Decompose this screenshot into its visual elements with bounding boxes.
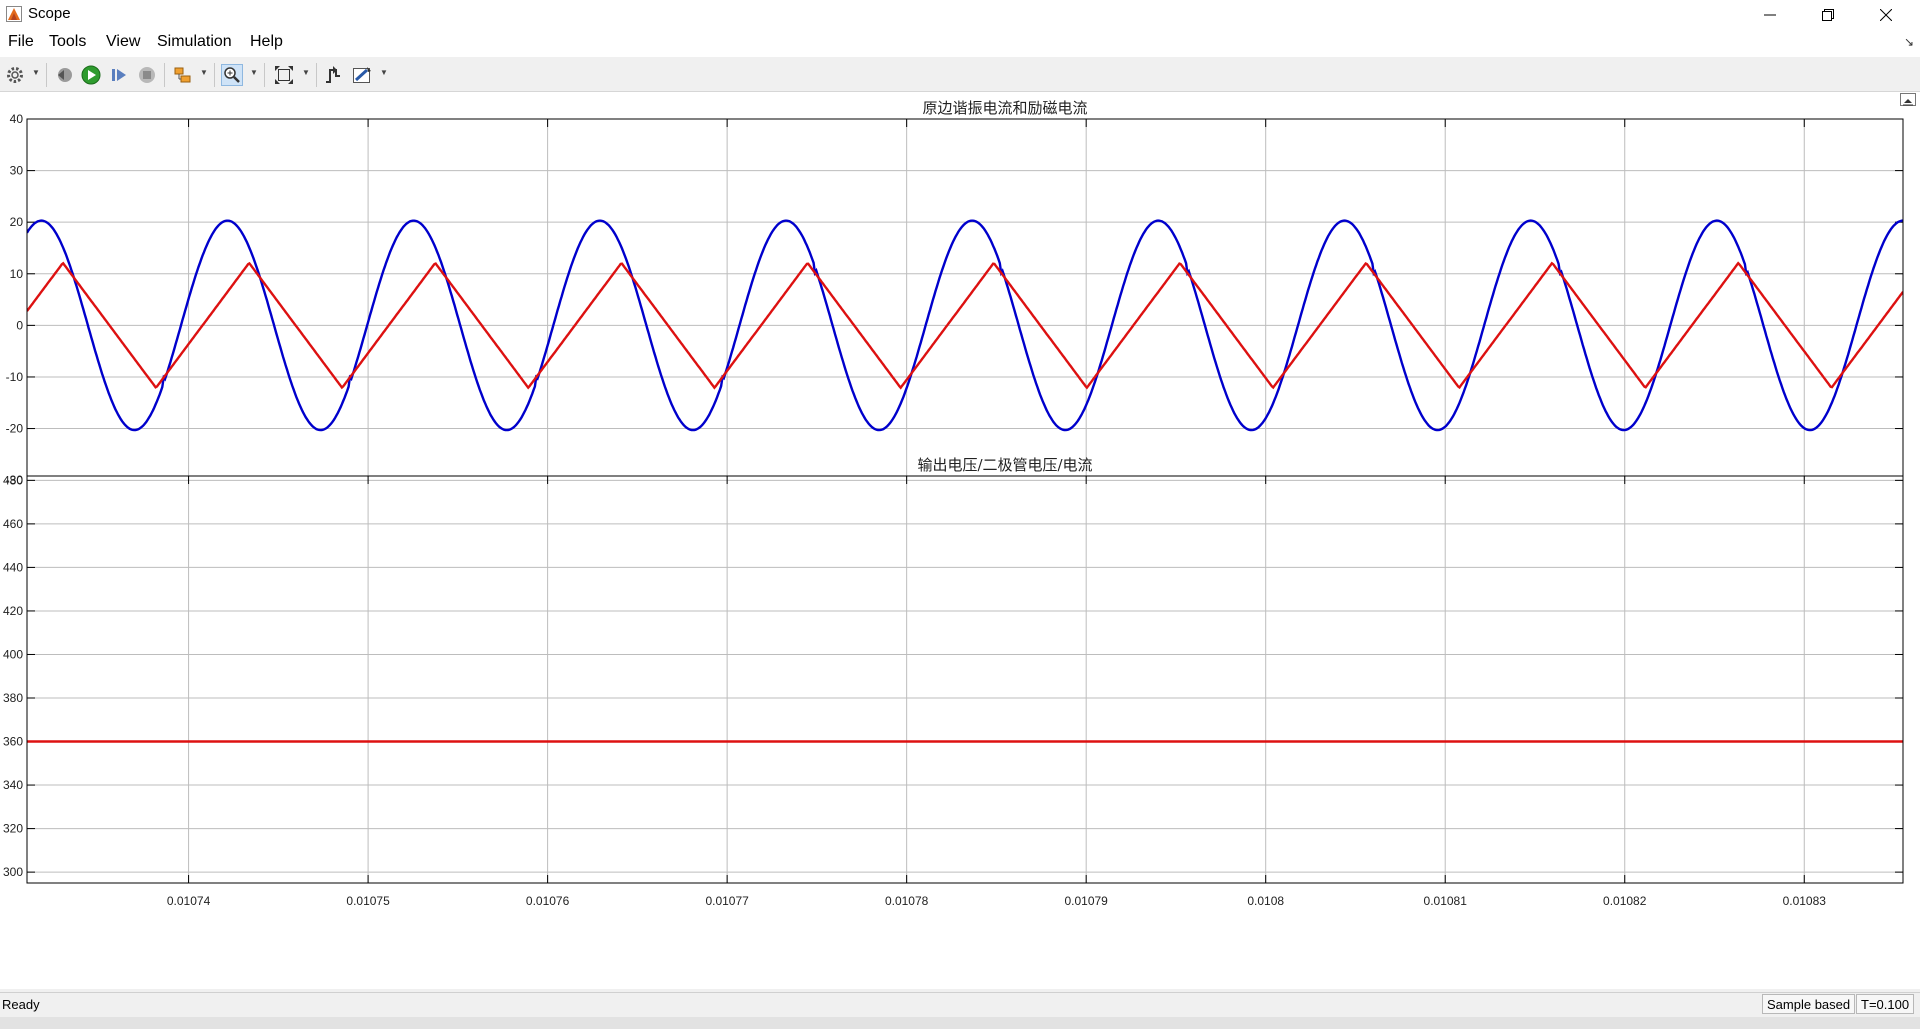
chevron-down-icon[interactable]: ▼ bbox=[302, 68, 310, 77]
window-bottom-edge bbox=[0, 1017, 1920, 1029]
stop-icon bbox=[139, 67, 155, 83]
x-tick-label: 0.01082 bbox=[1603, 894, 1647, 908]
y-tick-label: 40 bbox=[10, 112, 24, 126]
y-tick-label: 300 bbox=[3, 865, 23, 879]
step-back-button[interactable] bbox=[53, 64, 75, 86]
toolbar-separator bbox=[164, 63, 165, 87]
y-tick-label: 10 bbox=[10, 267, 24, 281]
minimize-button[interactable] bbox=[1741, 0, 1799, 29]
menu-help[interactable]: Help bbox=[250, 33, 283, 51]
y-tick-label: -10 bbox=[6, 370, 24, 384]
y-tick-label: 460 bbox=[3, 517, 23, 531]
x-tick-label: 0.01074 bbox=[167, 894, 211, 908]
highlight-icon bbox=[174, 67, 191, 83]
x-tick-label: 0.01083 bbox=[1783, 894, 1827, 908]
simulation-time: T=0.100 bbox=[1856, 994, 1915, 1014]
run-icon bbox=[81, 65, 101, 85]
y-tick-label: 480 bbox=[3, 473, 23, 487]
sample-mode-indicator: Sample based bbox=[1762, 994, 1856, 1014]
x-tick-label: 0.01075 bbox=[346, 894, 390, 908]
chevron-down-icon[interactable]: ↘ bbox=[1904, 35, 1914, 49]
y-tick-label: 400 bbox=[3, 647, 23, 661]
toolbar-separator bbox=[214, 63, 215, 87]
fit-to-view-button[interactable] bbox=[273, 64, 295, 86]
zoom-in-button[interactable] bbox=[221, 64, 243, 86]
toolbar-separator bbox=[316, 63, 317, 87]
close-button[interactable] bbox=[1857, 0, 1915, 29]
status-text: Ready bbox=[2, 997, 40, 1012]
step-back-icon bbox=[58, 68, 72, 82]
toolbar: ▼ ▼ ▼ ▼ ▼ bbox=[0, 57, 1920, 92]
fit-to-view-icon bbox=[275, 66, 293, 84]
axes-background bbox=[27, 476, 1903, 883]
toolbar-separator bbox=[46, 63, 47, 87]
zoom-in-icon bbox=[224, 67, 240, 83]
x-tick-label: 0.01079 bbox=[1064, 894, 1108, 908]
y-tick-label: 0 bbox=[16, 318, 23, 332]
chevron-down-icon[interactable]: ▼ bbox=[32, 68, 40, 77]
y-tick-label: 340 bbox=[3, 778, 23, 792]
y-tick-label: 380 bbox=[3, 691, 23, 705]
y-tick-label: 420 bbox=[3, 604, 23, 618]
axes-title: 原边谐振电流和励磁电流 bbox=[922, 99, 1087, 117]
x-tick-label: 0.01081 bbox=[1424, 894, 1468, 908]
triggers-button[interactable] bbox=[322, 64, 344, 86]
y-tick-label: 30 bbox=[10, 164, 24, 178]
window-title: Scope bbox=[28, 5, 71, 22]
output-voltage-axes: 输出电压/二极管电压/电流 300 320 340 360 380 400 420 440 460… bbox=[3, 456, 1904, 908]
scope-plot-area: 原边谐振电流和励磁电流 -30 -20 -10 0 10 20 30 40 输出电压/二极管电压/… bbox=[0, 92, 1920, 989]
y-tick-label: 320 bbox=[3, 822, 23, 836]
y-tick-label: -20 bbox=[6, 422, 24, 436]
chevron-down-icon[interactable]: ▼ bbox=[250, 68, 258, 77]
cursor-measurements-button[interactable] bbox=[351, 64, 373, 86]
restore-icon bbox=[1822, 8, 1834, 21]
y-tick-label: 20 bbox=[10, 215, 24, 229]
y-tick-label: 360 bbox=[3, 735, 23, 749]
highlight-button[interactable] bbox=[172, 64, 194, 86]
menu-bar: File Tools View Simulation Help ↘ bbox=[0, 29, 1920, 57]
cursor-measurements-icon bbox=[353, 67, 371, 83]
minimize-icon bbox=[1764, 14, 1776, 15]
menu-file[interactable]: File bbox=[8, 33, 34, 51]
step-forward-icon bbox=[112, 69, 126, 81]
title-bar: Scope bbox=[0, 0, 1920, 29]
triggers-icon bbox=[326, 66, 340, 83]
toolbar-separator bbox=[264, 63, 265, 87]
axes-title: 输出电压/二极管电压/电流 bbox=[917, 456, 1092, 474]
status-bar: Ready Sample based T=0.100 bbox=[0, 992, 1920, 1017]
x-tick-label: 0.01076 bbox=[526, 894, 570, 908]
close-icon bbox=[1880, 8, 1892, 21]
x-tick-label: 0.01078 bbox=[885, 894, 929, 908]
menu-simulation[interactable]: Simulation bbox=[157, 33, 232, 51]
chevron-down-icon[interactable]: ▼ bbox=[380, 68, 388, 77]
scope-display[interactable]: 原边谐振电流和励磁电流-30-20-10010203040输出电压/二极管电压/… bbox=[0, 92, 1920, 989]
y-tick-label: 440 bbox=[3, 560, 23, 574]
restore-button[interactable] bbox=[1799, 0, 1857, 29]
settings-button[interactable] bbox=[4, 64, 26, 86]
undock-icon[interactable] bbox=[1900, 93, 1916, 106]
x-tick-label: 0.01077 bbox=[705, 894, 749, 908]
step-forward-button[interactable] bbox=[108, 64, 130, 86]
run-button[interactable] bbox=[80, 64, 102, 86]
stop-button[interactable] bbox=[136, 64, 158, 86]
settings-icon bbox=[7, 67, 23, 83]
menu-view[interactable]: View bbox=[106, 33, 140, 51]
menu-tools[interactable]: Tools bbox=[49, 33, 86, 51]
matlab-scope-icon bbox=[6, 6, 22, 22]
x-tick-label: 0.0108 bbox=[1247, 894, 1284, 908]
chevron-down-icon[interactable]: ▼ bbox=[200, 68, 208, 77]
